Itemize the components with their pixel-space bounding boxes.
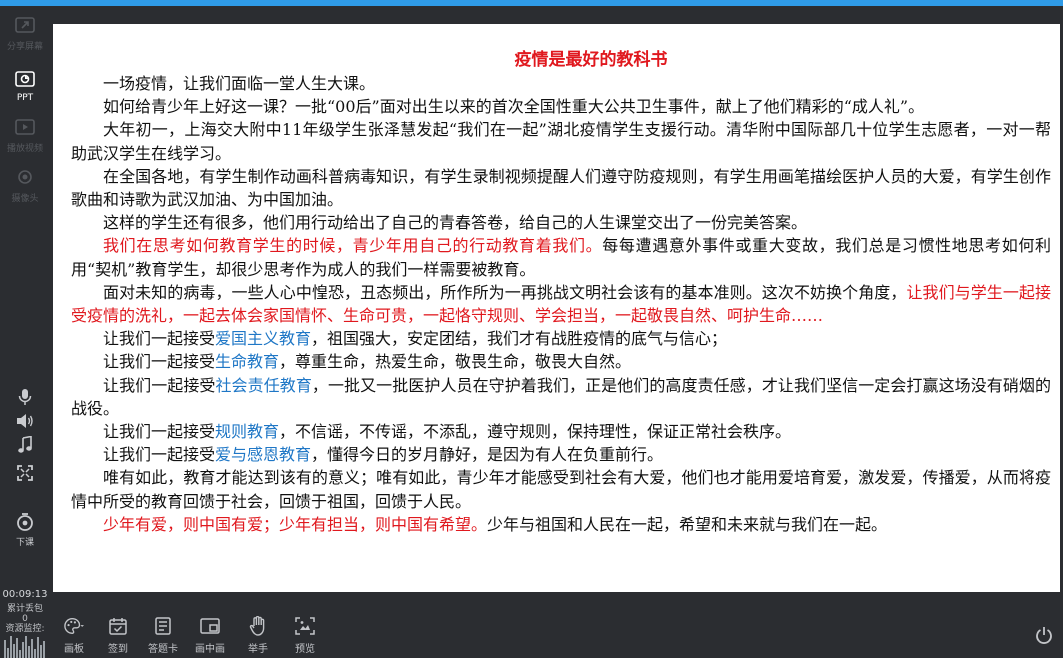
highlight-blue-text: 规则教育 bbox=[215, 422, 280, 442]
line-prefix: 让我们一起接受 bbox=[103, 352, 216, 372]
line-prefix: 让我们一起接受 bbox=[103, 329, 216, 349]
picture-in-picture-icon bbox=[200, 616, 220, 636]
resource-monitor-graph bbox=[4, 634, 46, 658]
highlight-blue-text: 爱国主义教育 bbox=[215, 329, 312, 349]
bottom-toolbar: 画板 签到 答题卡 画中画 举手 预览 bbox=[50, 592, 1063, 655]
share-screen-button[interactable]: 分享屏幕 bbox=[0, 10, 50, 58]
highlight-red-text: 少年有爱，则中国有爱；少年有担当，则中国有希望。 bbox=[103, 514, 488, 534]
line-prefix: 让我们一起接受 bbox=[103, 422, 216, 442]
music-icon[interactable] bbox=[13, 434, 37, 456]
raise-hand-button[interactable]: 举手 bbox=[238, 616, 278, 655]
camera-label: 摄像头 bbox=[11, 194, 39, 204]
camera-button[interactable]: 摄像头 bbox=[0, 162, 50, 210]
paragraph-3: 大年初一，上海交大附中11年级学生张泽慧发起“我们在一起”湖北疫情学生支援行动。… bbox=[71, 120, 1051, 163]
raise-hand-icon bbox=[248, 616, 268, 636]
line-text: ，不信谣，不传谣，不添乱，遵守规则，保持理性，保证正常社会秩序。 bbox=[279, 422, 792, 442]
play-video-label: 播放视频 bbox=[6, 144, 43, 154]
class-timer: 00:09:13 bbox=[2, 589, 48, 600]
ppt-label: PPT bbox=[16, 92, 34, 103]
share-screen-label: 分享屏幕 bbox=[6, 42, 43, 52]
answer-card-icon bbox=[153, 616, 173, 636]
palette-button[interactable]: 画板 bbox=[54, 616, 94, 655]
microphone-icon[interactable] bbox=[13, 386, 37, 408]
paragraph-6: 我们在思考如何教育学生的时候，青少年用自己的行动教育着我们。每每遭遇意外事件或重… bbox=[71, 234, 1051, 280]
preview-button[interactable]: 预览 bbox=[285, 616, 325, 655]
list-line-2: 让我们一起接受生命教育，尊重生命，热爱生命，敬畏生命，敬畏大自然。 bbox=[71, 350, 1051, 373]
list-line-5: 让我们一起接受爱与感恩教育，懂得今日的岁月静好，是因为有人在负重前行。 bbox=[71, 443, 1051, 466]
end-class-label: 下课 bbox=[15, 538, 34, 548]
paragraph-text: 少年与祖国和人民在一起，希望和未来就与我们在一起。 bbox=[487, 514, 888, 534]
picture-in-picture-button[interactable]: 画中画 bbox=[190, 616, 230, 655]
camera-icon bbox=[14, 168, 36, 188]
ppt-button[interactable]: PPT bbox=[0, 62, 50, 110]
packet-loss-value: 0 bbox=[22, 614, 28, 624]
checkin-icon bbox=[108, 616, 128, 636]
palette-icon bbox=[64, 616, 84, 636]
paragraph-4: 在全国各地，有学生制作动画科普病毒知识，有学生录制视频提醒人们遵守防疫规则，有学… bbox=[71, 166, 1051, 210]
ppt-slide: 疫情是最好的教科书 一场疫情，让我们面临一堂人生大课。 如何给青少年上好这一课？… bbox=[53, 24, 1060, 592]
slide-content: 疫情是最好的教科书 一场疫情，让我们面临一堂人生大课。 如何给青少年上好这一课？… bbox=[71, 48, 1051, 536]
paragraph-8: 唯有如此，教育才能达到该有的意义；唯有如此，青少年才能感受到社会有大爱，他们也才… bbox=[71, 468, 1051, 511]
play-video-icon bbox=[14, 118, 36, 138]
paragraph-9: 少年有爱，则中国有爱；少年有担当，则中国有希望。少年与祖国和人民在一起，希望和未… bbox=[71, 513, 1051, 536]
end-class-button[interactable]: 下课 bbox=[0, 506, 50, 554]
list-line-4: 让我们一起接受规则教育，不信谣，不传谣，不添乱，遵守规则，保持理性，保证正常社会… bbox=[71, 420, 1051, 443]
highlight-blue-text: 社会责任教育 bbox=[215, 375, 312, 395]
paragraph-1: 一场疫情，让我们面临一堂人生大课。 bbox=[103, 74, 376, 93]
list-line-1: 让我们一起接受爱国主义教育，祖国强大，安定团结，我们才有战胜疫情的底气与信心； bbox=[71, 327, 1051, 350]
slide-title: 疫情是最好的教科书 bbox=[514, 50, 668, 70]
ppt-icon bbox=[14, 70, 36, 90]
preview-icon bbox=[295, 616, 315, 636]
paragraph-5: 这样的学生还有很多，他们用行动给出了自己的青春答卷，给自己的人生课堂交出了一份完… bbox=[103, 213, 808, 233]
checkin-button[interactable]: 签到 bbox=[98, 616, 138, 655]
paragraph-7: 面对未知的病毒，一些人心中惶恐，丑态频出，所作所为一再挑战文明社会该有的基本准则… bbox=[71, 281, 1051, 327]
play-video-button[interactable]: 播放视频 bbox=[0, 112, 50, 160]
speaker-icon[interactable] bbox=[13, 410, 37, 432]
highlight-blue-text: 生命教育 bbox=[215, 352, 280, 372]
power-icon[interactable] bbox=[1035, 626, 1055, 646]
paragraph-2: 如何给青少年上好这一课？一批“00后”面对出生以来的首次全国性重大公共卫生事件，… bbox=[103, 97, 925, 117]
share-screen-icon bbox=[14, 16, 36, 36]
line-prefix: 让我们一起接受 bbox=[103, 445, 216, 465]
left-sidebar: 分享屏幕 PPT 播放视频 摄像头 下课 00:09:13 累计丢包 0 资源监… bbox=[0, 6, 50, 658]
line-prefix: 让我们一起接受 bbox=[103, 375, 216, 395]
line-text: ，懂得今日的岁月静好，是因为有人在负重前行。 bbox=[311, 445, 664, 465]
packet-loss-label: 累计丢包 bbox=[6, 604, 43, 614]
list-line-3: 让我们一起接受社会责任教育，一批又一批医护人员在守护着我们，正是他们的高度责任感… bbox=[71, 374, 1051, 420]
highlight-red-text: 我们在思考如何教育学生的时候，青少年用自己的行动教育着我们。 bbox=[103, 236, 603, 256]
end-class-icon bbox=[14, 512, 36, 532]
highlight-blue-text: 爱与感恩教育 bbox=[215, 445, 312, 465]
line-text: ，祖国强大，安定团结，我们才有战胜疫情的底气与信心； bbox=[311, 329, 728, 349]
answer-card-button[interactable]: 答题卡 bbox=[143, 616, 183, 655]
fullscreen-icon[interactable] bbox=[13, 462, 37, 484]
window-top-bar bbox=[0, 0, 1063, 6]
resource-monitor-label: 资源监控: bbox=[5, 624, 45, 634]
paragraph-text: 面对未知的病毒，一些人心中惶恐，丑态频出，所作所为一再挑战文明社会该有的基本准则… bbox=[103, 282, 907, 302]
line-text: ，尊重生命，热爱生命，敬畏生命，敬畏大自然。 bbox=[279, 352, 632, 372]
